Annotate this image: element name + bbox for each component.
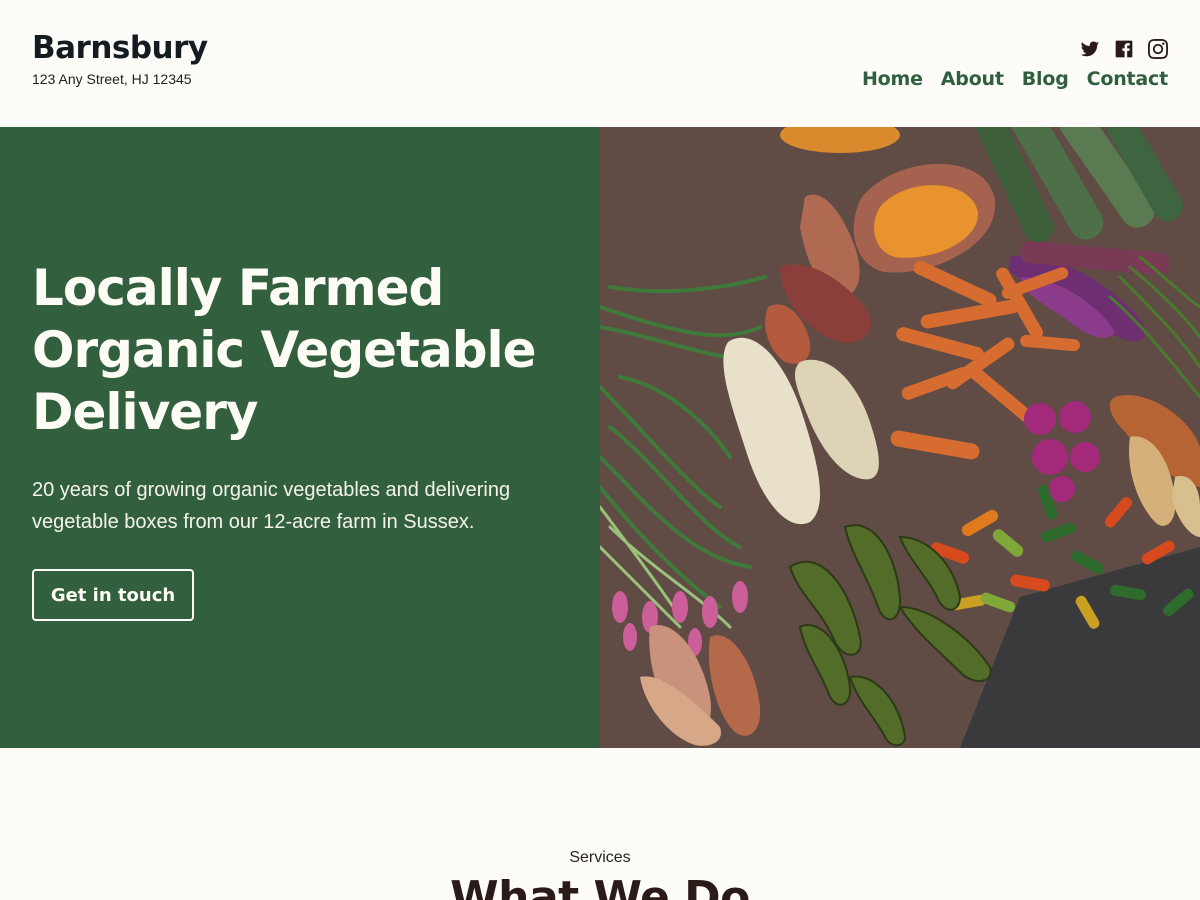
- hero-title: Locally Farmed Organic Vegetable Deliver…: [32, 259, 537, 441]
- services-heading: What We Do: [450, 872, 750, 900]
- vegetables-illustration: [600, 127, 1200, 748]
- nav-home[interactable]: Home: [862, 68, 923, 90]
- instagram-link[interactable]: [1148, 39, 1168, 59]
- main-nav: Home About Blog Contact: [862, 68, 1168, 90]
- instagram-icon: [1148, 39, 1168, 59]
- services-eyebrow: Services: [569, 849, 631, 866]
- nav-blog[interactable]: Blog: [1022, 68, 1069, 90]
- brand: Barnsbury 123 Any Street, HJ 12345: [32, 30, 208, 87]
- twitter-icon: [1080, 41, 1100, 57]
- site-header: Barnsbury 123 Any Street, HJ 12345 Home …: [0, 0, 1200, 127]
- hero-panel: Locally Farmed Organic Vegetable Deliver…: [0, 127, 600, 748]
- vegetables-photo: [600, 127, 1200, 748]
- site-title[interactable]: Barnsbury: [32, 30, 208, 66]
- hero-description: 20 years of growing organic vegetables a…: [32, 479, 511, 533]
- facebook-link[interactable]: [1114, 39, 1134, 59]
- twitter-link[interactable]: [1080, 39, 1100, 59]
- social-links: [1080, 39, 1168, 59]
- hero: Locally Farmed Organic Vegetable Deliver…: [0, 127, 1200, 748]
- site-tagline: 123 Any Street, HJ 12345: [32, 71, 192, 87]
- nav-about[interactable]: About: [941, 68, 1004, 90]
- facebook-icon: [1115, 40, 1133, 58]
- nav-contact[interactable]: Contact: [1087, 68, 1169, 90]
- get-in-touch-button[interactable]: Get in touch: [32, 569, 194, 621]
